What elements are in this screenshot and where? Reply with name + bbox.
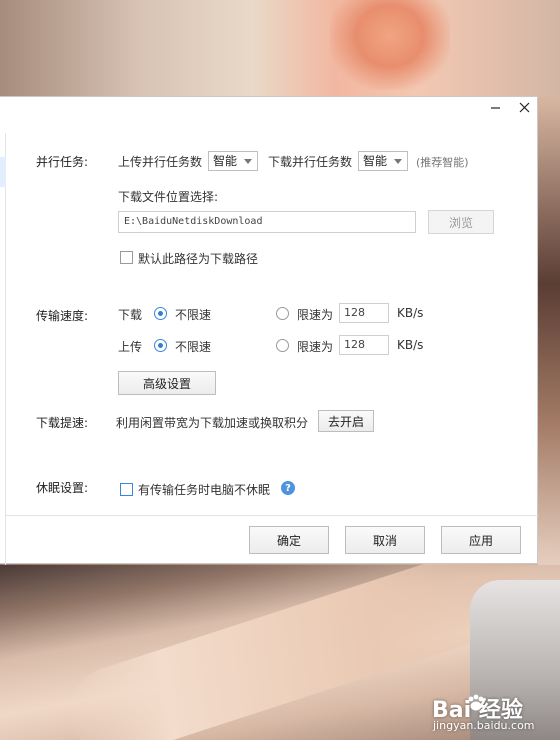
- settings-dialog: 并行任务: 上传并行任务数 智能 下载并行任务数 智能 (推荐智能) 下载文件位…: [0, 96, 538, 565]
- default-path-checkbox[interactable]: [120, 251, 133, 264]
- parallel-hint: (推荐智能): [416, 156, 469, 169]
- upload-parallel-label: 上传并行任务数: [118, 155, 203, 169]
- download-boost-label: 下载提速:: [36, 416, 89, 430]
- download-limit-label: 限速为: [297, 308, 334, 322]
- download-unlimited-radio[interactable]: [154, 307, 167, 320]
- cancel-button[interactable]: 取消: [345, 526, 425, 554]
- upload-unlimited-radio[interactable]: [154, 339, 167, 352]
- help-icon[interactable]: ?: [281, 481, 295, 495]
- download-parallel-select[interactable]: 智能: [358, 151, 408, 171]
- title-bar: [0, 97, 538, 119]
- download-parallel-value: 智能: [363, 154, 388, 168]
- download-limit-unit: KB/s: [397, 306, 424, 320]
- upload-limit-input[interactable]: 128: [339, 335, 389, 355]
- ok-button[interactable]: 确定: [249, 526, 329, 554]
- download-speed-direction: 下载: [118, 308, 143, 322]
- minimize-icon[interactable]: [482, 97, 508, 117]
- advanced-settings-button[interactable]: 高级设置: [118, 371, 216, 395]
- upload-limit-label: 限速为: [297, 340, 334, 354]
- download-boost-text: 利用闲置带宽为下载加速或换取积分: [116, 416, 309, 430]
- apply-button[interactable]: 应用: [441, 526, 521, 554]
- wallpaper-top: [0, 0, 560, 96]
- no-sleep-label: 有传输任务时电脑不休眠: [138, 483, 271, 497]
- baidu-paw-icon: [468, 694, 484, 711]
- default-path-label: 默认此路径为下载路径: [138, 252, 259, 266]
- download-location-label: 下载文件位置选择:: [118, 190, 219, 204]
- baidu-jingyan-watermark: Bai 经验 jingyan.baidu.com: [432, 692, 552, 736]
- upload-unlimited-label: 不限速: [175, 340, 212, 354]
- upload-parallel-value: 智能: [213, 154, 238, 168]
- enable-boost-button[interactable]: 去开启: [318, 410, 374, 432]
- download-limit-radio[interactable]: [276, 307, 289, 320]
- wallpaper-right: [538, 96, 560, 566]
- upload-limit-radio[interactable]: [276, 339, 289, 352]
- download-limit-input[interactable]: 128: [339, 303, 389, 323]
- watermark-url: jingyan.baidu.com: [433, 719, 535, 732]
- upload-limit-unit: KB/s: [397, 338, 424, 352]
- parallel-tasks-label: 并行任务:: [36, 155, 89, 169]
- chevron-down-icon: [394, 159, 402, 164]
- download-unlimited-label: 不限速: [175, 308, 212, 322]
- wallpaper-sign: [330, 0, 450, 90]
- transfer-speed-label: 传输速度:: [36, 309, 89, 323]
- close-icon[interactable]: [511, 97, 537, 117]
- download-path-input[interactable]: E:\BaiduNetdiskDownload: [118, 211, 416, 233]
- sidebar-selected-marker: [0, 157, 6, 187]
- chevron-down-icon: [244, 159, 252, 164]
- footer-divider: [6, 515, 538, 516]
- no-sleep-checkbox[interactable]: [120, 483, 133, 496]
- download-parallel-label: 下载并行任务数: [268, 155, 353, 169]
- upload-parallel-select[interactable]: 智能: [208, 151, 258, 171]
- sleep-settings-label: 休眠设置:: [36, 481, 89, 495]
- browse-button[interactable]: 浏览: [428, 210, 494, 234]
- upload-speed-direction: 上传: [118, 340, 143, 354]
- sidebar-edge: [0, 133, 6, 565]
